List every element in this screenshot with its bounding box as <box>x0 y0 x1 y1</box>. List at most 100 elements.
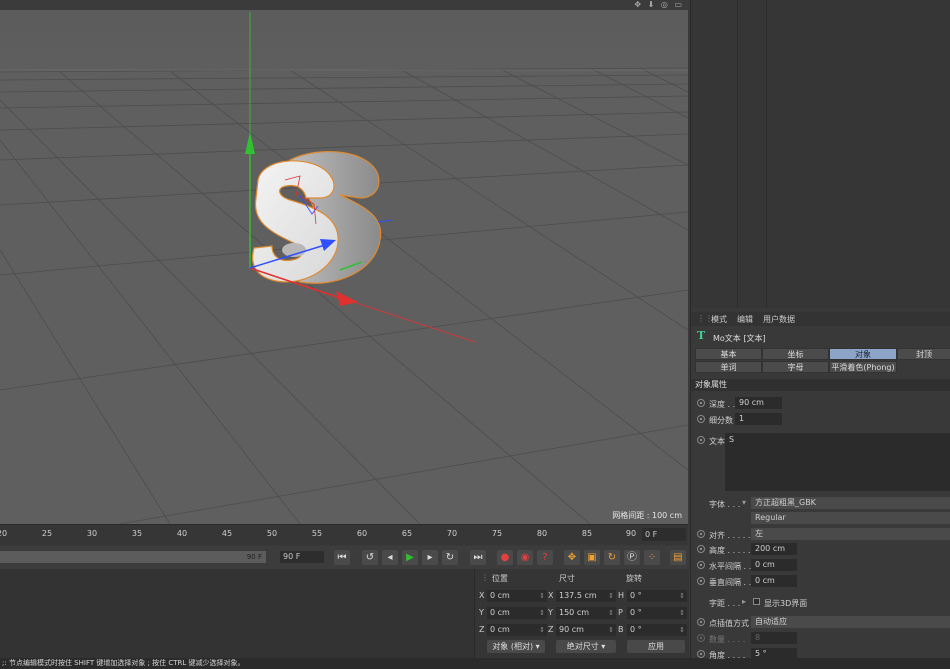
object-manager[interactable] <box>690 0 950 308</box>
animate-toggle-icon[interactable] <box>697 399 705 407</box>
timeline-layout-icon[interactable]: ▤ <box>670 550 686 565</box>
axis-label: Y <box>548 608 553 617</box>
rotation-h-field[interactable]: 0 ° <box>627 590 687 602</box>
tab-basic[interactable]: 基本 <box>695 348 762 360</box>
position-header: 位置 <box>492 574 508 583</box>
record-scale-icon[interactable]: ▣ <box>584 550 600 565</box>
subdivision-field[interactable]: 1 <box>735 413 782 425</box>
go-to-end-button[interactable]: ⏭ <box>470 550 486 565</box>
size-mode-dropdown[interactable]: 绝对尺寸 ▾ <box>556 640 616 653</box>
position-y-field[interactable]: 0 cm <box>487 607 547 619</box>
timeline-tick: 45 <box>221 529 233 538</box>
material-manager[interactable] <box>0 569 474 658</box>
record-keys-icon[interactable]: ● <box>497 550 513 565</box>
viewport-nav-icons[interactable]: ✥ ⬇ ◎ ▭ <box>634 0 684 10</box>
record-point-level-icon[interactable]: ⁘ <box>644 550 660 565</box>
horizontal-spacing-field[interactable]: 0 cm <box>751 559 797 571</box>
axis-label: X <box>548 591 554 600</box>
transport-bar: 90 F 90 F ⏮ ↺ ◂ ▶ ▸ ↻ ⏭ ● ◉ ? ✥ ▣ ↻ Ⓟ ⁘ … <box>0 546 688 569</box>
status-bar: ;: 节点编辑模式时按住 SHIFT 键增加选择对象 ; 按住 CTRL 键减少… <box>0 658 950 669</box>
kerning-expand-icon[interactable]: ▸ <box>742 597 746 606</box>
animate-toggle-icon[interactable] <box>697 545 705 553</box>
coordinate-mode-dropdown[interactable]: 对象 (相对) ▾ <box>487 640 545 653</box>
max-frame-field[interactable]: 90 F <box>280 551 324 563</box>
apply-button[interactable]: 应用 <box>627 640 685 653</box>
angle-field[interactable]: 5 ° <box>751 648 797 658</box>
interpolation-dropdown[interactable]: 自动适应 <box>751 616 950 628</box>
kerning-label: 字距 . . . <box>709 599 741 608</box>
tab-object[interactable]: 对象 <box>829 348 897 360</box>
text-object-icon: T <box>697 329 706 342</box>
animate-toggle-icon[interactable] <box>697 618 705 626</box>
timeline-tick: 65 <box>401 529 413 538</box>
position-x-field[interactable]: 0 cm <box>487 590 547 602</box>
tab-letters[interactable]: 字母 <box>762 361 829 373</box>
align-label: 对齐 . . . . . <box>709 531 751 540</box>
3d-viewport[interactable]: ✥ ⬇ ◎ ▭ 网格间距 : 100 cm <box>0 0 688 524</box>
rotation-p-field[interactable]: 0 ° <box>627 607 687 619</box>
font-family-dropdown[interactable]: 方正超粗黑_GBK <box>751 497 950 509</box>
height-field[interactable]: 200 cm <box>751 543 797 555</box>
scrub-value: 90 F <box>246 553 262 561</box>
size-y-field[interactable]: 150 cm <box>556 607 616 619</box>
section-object-properties: 对象属性 <box>691 379 950 391</box>
axis-label: Z <box>479 625 485 634</box>
tab-words[interactable]: 单词 <box>695 361 762 373</box>
coordinate-manager: ⋮⋮ 位置 尺寸 旋转 X 0 cm X 137.5 cm H 0 ° Y 0 … <box>474 569 689 658</box>
horizontal-spacing-label: 水平间隔 . . <box>709 562 752 571</box>
axis-label: H <box>618 591 625 600</box>
record-parameter-icon[interactable]: Ⓟ <box>624 550 640 565</box>
count-field[interactable]: 8 <box>751 632 797 644</box>
position-z-field[interactable]: 0 cm <box>487 624 547 636</box>
rotation-header: 旋转 <box>626 574 642 583</box>
tab-coord[interactable]: 坐标 <box>762 348 829 360</box>
animate-toggle-icon[interactable] <box>697 415 705 423</box>
animate-toggle-icon[interactable] <box>697 561 705 569</box>
timeline-tick: 50 <box>266 529 278 538</box>
animate-toggle-icon[interactable] <box>697 436 705 444</box>
menu-mode[interactable]: 模式 <box>711 314 727 325</box>
previous-key-button[interactable]: ↺ <box>362 550 378 565</box>
grid-spacing-label: 网格间距 : 100 cm <box>612 511 682 520</box>
menu-edit[interactable]: 编辑 <box>737 314 753 325</box>
timeline-ruler[interactable]: 20 25 30 35 40 45 50 55 60 65 70 75 80 8… <box>0 524 688 545</box>
size-x-field[interactable]: 137.5 cm <box>556 590 616 602</box>
timeline-tick: 70 <box>446 529 458 538</box>
subdivision-label: 细分数 <box>709 416 733 425</box>
show-3d-checkbox[interactable] <box>753 598 760 605</box>
rotation-b-field[interactable]: 0 ° <box>627 624 687 636</box>
column-divider <box>766 0 767 308</box>
timeline-tick: 75 <box>491 529 503 538</box>
size-z-field[interactable]: 90 cm <box>556 624 616 636</box>
animate-toggle-icon[interactable] <box>697 634 705 642</box>
height-label: 高度 . . . . . <box>709 546 751 555</box>
align-dropdown[interactable]: 左 <box>751 528 950 540</box>
viewport-scene <box>0 12 688 524</box>
mo-text-object-s[interactable] <box>251 150 382 284</box>
font-style-dropdown[interactable]: Regular <box>751 512 950 524</box>
timeline-tick: 80 <box>536 529 548 538</box>
tab-caps[interactable]: 封顶 <box>897 348 950 360</box>
animate-toggle-icon[interactable] <box>697 530 705 538</box>
depth-field[interactable]: 90 cm <box>735 397 782 409</box>
keyframe-selection-icon[interactable]: ? <box>537 550 553 565</box>
next-key-button[interactable]: ↻ <box>442 550 458 565</box>
animate-toggle-icon[interactable] <box>697 577 705 585</box>
interpolation-label: 点插值方式 <box>709 619 749 628</box>
animate-toggle-icon[interactable] <box>697 650 705 658</box>
next-frame-button[interactable]: ▸ <box>422 550 438 565</box>
text-input[interactable]: S <box>725 433 950 491</box>
record-position-icon[interactable]: ✥ <box>564 550 580 565</box>
column-divider <box>737 0 738 308</box>
tab-phong[interactable]: 平滑着色(Phong) <box>829 361 897 373</box>
frame-end-field[interactable]: 0 F <box>642 528 686 541</box>
timeline-scrubber[interactable]: 90 F <box>0 551 266 563</box>
record-rotation-icon[interactable]: ↻ <box>604 550 620 565</box>
go-to-start-button[interactable]: ⏮ <box>334 550 350 565</box>
font-menu-icon[interactable]: ▾ <box>742 498 746 507</box>
previous-frame-button[interactable]: ◂ <box>382 550 398 565</box>
vertical-spacing-field[interactable]: 0 cm <box>751 575 797 587</box>
auto-keyframe-icon[interactable]: ◉ <box>517 550 533 565</box>
play-button[interactable]: ▶ <box>402 550 418 565</box>
menu-user-data[interactable]: 用户数据 <box>763 314 795 325</box>
